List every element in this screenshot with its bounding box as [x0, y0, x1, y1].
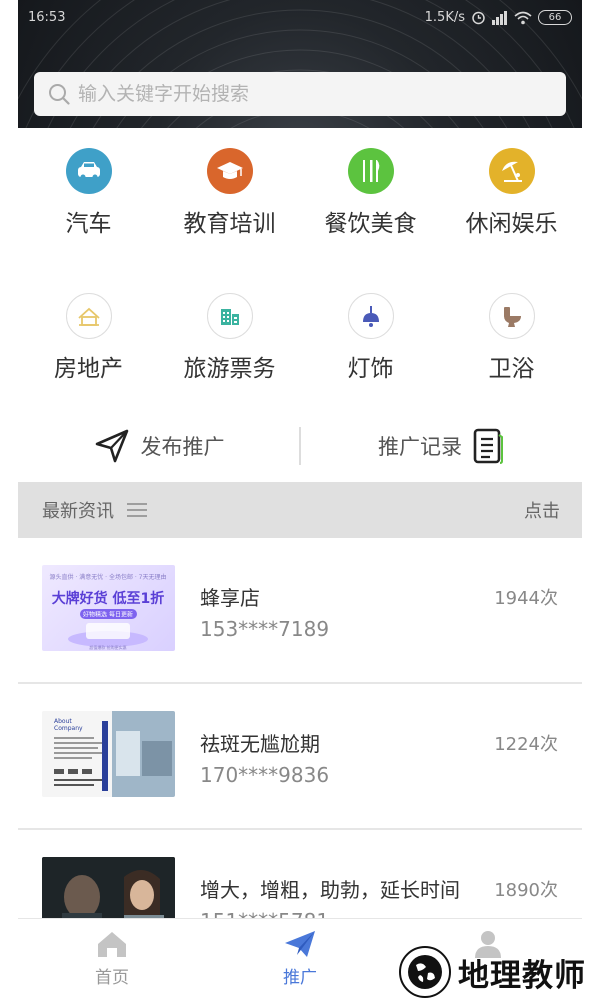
- item-phone: 153****7189: [200, 617, 330, 641]
- publish-promotion-label: 发布推广: [140, 435, 225, 459]
- menu-lines-icon[interactable]: [126, 502, 148, 518]
- app-screen: 16:53 1.5K/s 66 汽车: [18, 0, 582, 1000]
- item-click-count: 1224次: [494, 734, 558, 755]
- category-bathroom[interactable]: 卫浴: [441, 285, 582, 430]
- category-label: 休闲娱乐: [465, 211, 558, 237]
- status-indicators: 1.5K/s 66: [425, 10, 572, 25]
- promo-bar: 发布推广 推广记录: [18, 418, 582, 474]
- category-grid: 汽车 教育培训 餐饮美食 休闲娱乐 房地产 旅游票务 灯饰 卫浴: [18, 140, 582, 430]
- building-icon: [206, 293, 253, 339]
- status-bar: 16:53 1.5K/s 66: [18, 8, 582, 30]
- wifi-icon: [514, 11, 532, 24]
- house-icon: [65, 293, 112, 339]
- category-label: 餐饮美食: [324, 211, 417, 237]
- category-car[interactable]: 汽车: [18, 140, 159, 285]
- promotion-records-label: 推广记录: [378, 435, 462, 459]
- lamp-icon: [347, 293, 394, 339]
- category-travel[interactable]: 旅游票务: [159, 285, 300, 430]
- document-list-icon: [473, 428, 503, 464]
- toilet-icon: [488, 293, 535, 339]
- item-click-count: 1944次: [494, 588, 558, 609]
- alarm-icon: [472, 11, 485, 25]
- status-time: 16:53: [28, 10, 66, 25]
- thumb-sub: 好物精选 每日更新: [83, 611, 133, 619]
- item-title: 祛斑无尴尬期: [200, 732, 320, 756]
- category-label: 灯饰: [347, 356, 394, 382]
- send-arrow-icon: [95, 429, 128, 463]
- watermark-text: 地理教师: [458, 957, 586, 994]
- cutlery-icon: [347, 148, 394, 194]
- category-label: 卫浴: [488, 356, 535, 382]
- search-bar[interactable]: [34, 72, 566, 116]
- header-banner: 16:53 1.5K/s 66: [18, 0, 582, 128]
- category-food[interactable]: 餐饮美食: [300, 140, 441, 285]
- car-icon: [65, 148, 112, 194]
- nav-home-label: 首页: [95, 968, 129, 988]
- category-label: 汽车: [65, 211, 112, 237]
- item-thumbnail: 源头直供 · 满意无忧 · 全场包邮 · 7天无理由 大牌好货 低至1折 好物精…: [42, 565, 175, 651]
- category-real-estate[interactable]: 房地产: [18, 285, 159, 430]
- nav-home[interactable]: 首页: [18, 919, 206, 1000]
- search-input[interactable]: [78, 83, 518, 105]
- globe-logo-icon: [399, 946, 451, 998]
- item-thumbnail: About Company: [42, 711, 175, 797]
- news-title: 最新资讯: [42, 501, 114, 522]
- thumb-tagline: 源头直供 · 满意无忧 · 全场包邮 · 7天无理由: [50, 573, 167, 581]
- promotion-records-button[interactable]: 推广记录: [301, 427, 582, 465]
- graduation-cap-icon: [206, 148, 253, 194]
- category-label: 教育培训: [183, 211, 276, 237]
- publish-promotion-button[interactable]: 发布推广: [18, 427, 299, 465]
- thumb-button: 超值爆款 抢购更实惠: [89, 644, 126, 650]
- thumb-headline: 大牌好货 低至1折: [52, 590, 165, 607]
- item-title: 蜂享店: [200, 586, 260, 610]
- category-education[interactable]: 教育培训: [159, 140, 300, 285]
- item-click-count: 1890次: [494, 880, 558, 901]
- search-icon: [48, 83, 70, 105]
- list-item[interactable]: About Company 祛斑无尴尬期 170****9836 1224次: [18, 684, 582, 830]
- thumb-brand-line2: Company: [54, 725, 83, 732]
- list-item[interactable]: 源头直供 · 满意无忧 · 全场包邮 · 7天无理由 大牌好货 低至1折 好物精…: [18, 538, 582, 684]
- item-title: 增大，增粗，助勃，延长时间: [200, 878, 460, 902]
- clicks-column-label: 点击: [524, 501, 560, 522]
- category-label: 房地产: [54, 356, 123, 382]
- category-lighting[interactable]: 灯饰: [300, 285, 441, 430]
- home-icon: [98, 932, 126, 957]
- signal-icon: [492, 10, 507, 25]
- item-phone: 170****9836: [200, 763, 330, 787]
- nav-promote[interactable]: 推广: [206, 919, 394, 1000]
- battery-indicator: 66: [538, 10, 572, 25]
- nav-promote-label: 推广: [283, 968, 317, 988]
- thumb-brand-line1: About: [54, 718, 72, 725]
- category-label: 旅游票务: [183, 356, 276, 382]
- news-section-header: 最新资讯 点击: [18, 482, 582, 538]
- network-speed: 1.5K/s: [424, 10, 465, 25]
- paper-plane-icon: [285, 931, 315, 957]
- watermark: 地理教师: [398, 945, 586, 999]
- beach-umbrella-icon: [488, 148, 535, 194]
- news-list: 源头直供 · 满意无忧 · 全场包邮 · 7天无理由 大牌好货 低至1折 好物精…: [18, 538, 582, 976]
- category-leisure[interactable]: 休闲娱乐: [441, 140, 582, 285]
